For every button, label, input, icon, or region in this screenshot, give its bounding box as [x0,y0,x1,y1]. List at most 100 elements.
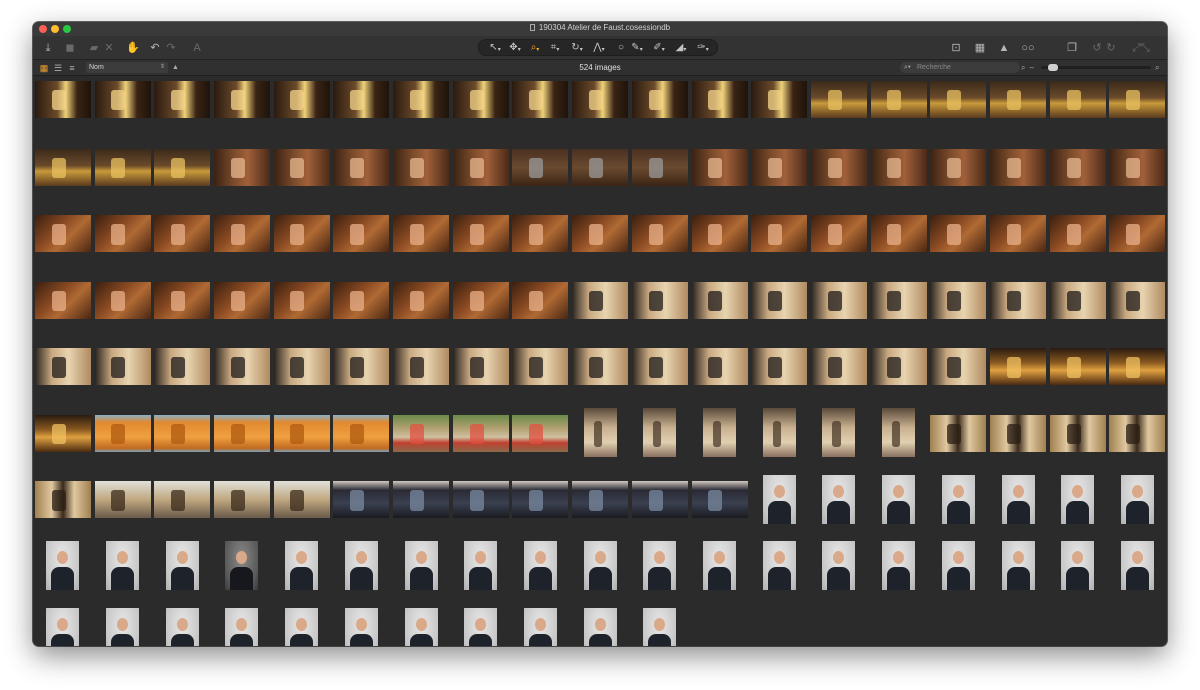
thumbnail-image[interactable] [34,348,91,385]
thumbnail-cell[interactable] [690,406,750,473]
thumbnail-cell[interactable] [570,77,630,140]
thumbnail-cell[interactable] [1108,339,1167,406]
thumbnail-image[interactable] [990,215,1047,252]
thumbnail-cell[interactable] [33,539,93,606]
thumbnail-image[interactable] [285,607,319,646]
edit-icon[interactable]: ⊡ [949,40,963,56]
thumbnail-image[interactable] [870,215,927,252]
thumbnail-image[interactable] [572,80,629,118]
thumbnail-cell[interactable] [451,77,511,140]
thumbnail-cell[interactable] [332,140,392,207]
thumbnail-image[interactable] [94,215,151,252]
thumbnail-cell[interactable] [1108,140,1167,207]
thumbnail-cell[interactable] [749,206,809,273]
delete-icon[interactable]: ✕ [103,40,115,56]
thumbnail-cell[interactable] [690,273,750,340]
stack-icon[interactable]: ❐ [1065,40,1079,56]
thumbnail-cell[interactable] [988,539,1048,606]
thumbnail-image[interactable] [452,281,509,319]
thumbnail-image[interactable] [46,541,80,591]
thumbnail-cell[interactable] [332,472,392,539]
thumbnail-cell[interactable] [749,77,809,140]
thumbnail-cell[interactable] [690,339,750,406]
thumbnail-image[interactable] [464,607,498,646]
thumbnail-cell[interactable] [152,77,212,140]
thumbnail-image[interactable] [213,414,270,452]
thumbnail-image[interactable] [34,80,91,118]
thumbnail-cell[interactable] [570,472,630,539]
thumbnail-image[interactable] [165,607,199,646]
thumbnail-cell[interactable] [511,140,571,207]
thumbnail-cell[interactable] [929,472,989,539]
thumbnail-cell[interactable] [690,140,750,207]
thumbnail-cell[interactable] [212,472,272,539]
thumbnail-image[interactable] [882,408,916,458]
thumbnail-cell[interactable] [93,406,153,473]
thumbnail-cell[interactable] [1048,140,1108,207]
thumbnail-cell[interactable] [152,140,212,207]
crop-icon[interactable]: ⌗▾ [545,40,565,56]
thumbnail-image[interactable] [273,348,330,385]
thumbnail-image[interactable] [46,607,80,646]
thumbnail-image[interactable] [452,348,509,385]
thumbnail-cell[interactable] [809,140,869,207]
thumbnail-image[interactable] [344,541,378,591]
thumbnail-cell[interactable] [929,406,989,473]
thumbnail-cell[interactable] [391,140,451,207]
thumbnail-cell[interactable] [272,605,332,646]
thumbnail-cell[interactable] [332,406,392,473]
select-icon[interactable]: ↖▾ [485,40,505,56]
thumbnail-cell[interactable] [1108,472,1167,539]
thumbnail-cell[interactable] [272,339,332,406]
thumbnail-image[interactable] [643,408,677,458]
thumbnail-image[interactable] [572,148,629,186]
thumbnail-cell[interactable] [1108,206,1167,273]
thumbnail-cell[interactable] [1048,206,1108,273]
thumbnail-image[interactable] [1049,414,1106,452]
thumbnail-image[interactable] [1109,148,1166,186]
thumbnail-cell[interactable] [212,605,272,646]
thumbnail-cell[interactable] [391,539,451,606]
thumbnail-image[interactable] [762,541,796,591]
picker-icon[interactable]: ✎▾ [627,40,647,56]
thumbnail-cell[interactable] [749,406,809,473]
thumbnail-image[interactable] [583,408,617,458]
thumbnail-image[interactable] [1061,474,1095,524]
thumbnail-cell[interactable] [630,539,690,606]
thumbnail-image[interactable] [106,541,140,591]
thumbnail-image[interactable] [631,481,688,518]
thumbnail-cell[interactable] [570,273,630,340]
thumbnail-cell[interactable] [1108,539,1167,606]
thumbnail-cell[interactable] [93,273,153,340]
thumbnail-cell[interactable] [93,77,153,140]
thumbnail-cell[interactable] [929,539,989,606]
thumbnail-image[interactable] [452,414,509,452]
thumbnail-image[interactable] [393,414,450,452]
thumbnail-image[interactable] [273,148,330,186]
thumbnail-image[interactable] [631,348,688,385]
thumbnail-image[interactable] [94,414,151,452]
thumbnail-image[interactable] [643,541,677,591]
thumbnail-image[interactable] [512,481,569,518]
zoom-out-icon[interactable]: ⌕ [1021,62,1025,73]
thumbnail-cell[interactable] [332,77,392,140]
thumbnail-image[interactable] [990,148,1047,186]
thumbnail-image[interactable] [165,541,199,591]
import-icon[interactable]: ⤓ [41,40,55,56]
thumbnail-image[interactable] [691,215,748,252]
thumbnail-size-slider[interactable] [1041,64,1151,71]
thumbnail-cell[interactable] [749,339,809,406]
thumbnail-image[interactable] [870,281,927,319]
thumbnail-image[interactable] [1109,281,1166,319]
thumbnail-image[interactable] [94,481,151,518]
thumbnail-cell[interactable] [511,206,571,273]
thumbnail-image[interactable] [631,215,688,252]
thumbnail-cell[interactable] [630,605,690,646]
thumbnail-image[interactable] [1049,80,1106,118]
thumbnail-image[interactable] [452,80,509,118]
thumbnail-cell[interactable] [33,77,93,140]
thumbnail-cell[interactable] [391,605,451,646]
thumbnail-cell[interactable] [869,406,929,473]
glasses-icon[interactable]: ○○ [1017,40,1039,56]
thumbnail-image[interactable] [512,80,569,118]
